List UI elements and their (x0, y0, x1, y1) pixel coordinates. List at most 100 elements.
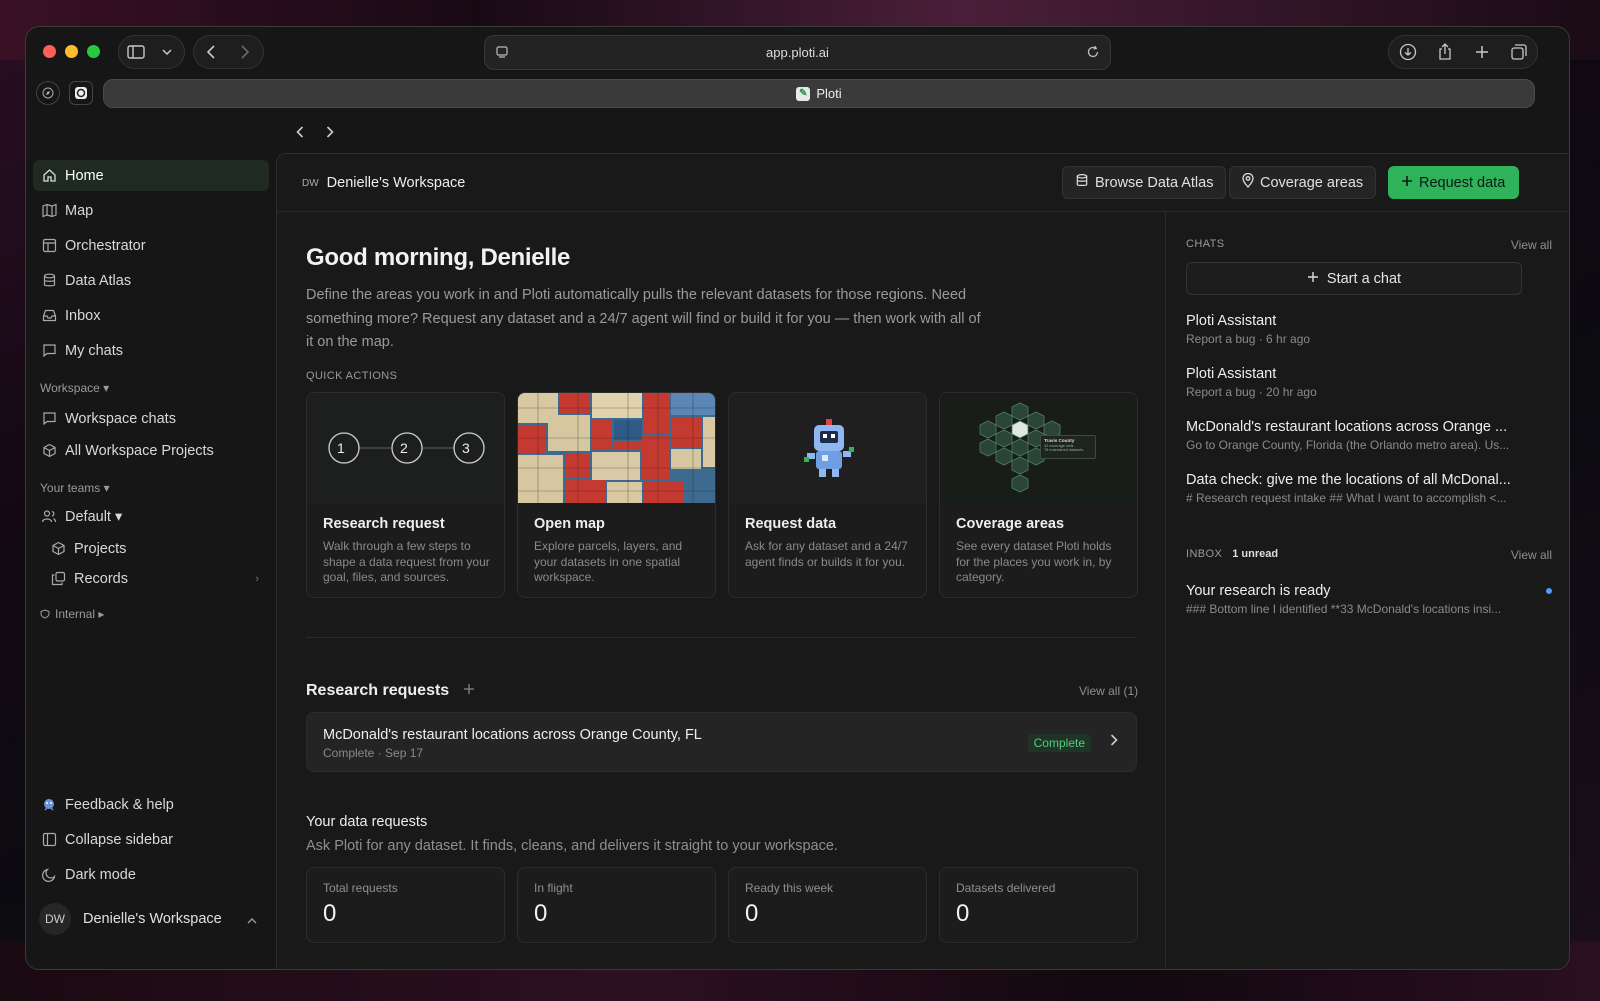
chats-view-all-link[interactable]: View all (1511, 238, 1552, 252)
sidebar-item-inbox[interactable]: Inbox (33, 300, 269, 331)
chevron-up-icon (247, 911, 257, 929)
page-settings-icon[interactable] (495, 45, 509, 62)
start-chat-button[interactable]: Start a chat (1186, 262, 1522, 295)
sidebar-item-label: Projects (74, 540, 127, 557)
research-requests-heading: Research requests (306, 682, 475, 700)
layout-icon (41, 238, 57, 254)
minimize-window-button[interactable] (65, 45, 78, 58)
collapse-icon (41, 832, 57, 848)
chat-list-item[interactable]: Ploti Assistant Report a bug · 20 hr ago (1186, 366, 1522, 399)
maximize-window-button[interactable] (87, 45, 100, 58)
intro-text: Define the areas you work in and Ploti a… (306, 287, 981, 350)
sidebar-item-data-atlas[interactable]: Data Atlas (33, 265, 269, 296)
stat-card-datasets-delivered: Datasets delivered 0 (939, 867, 1138, 943)
chat-list-item[interactable]: Data check: give me the locations of all… (1186, 472, 1522, 505)
sidebar-item-label: My chats (65, 342, 124, 359)
reload-icon[interactable] (1086, 45, 1100, 62)
page-back-icon[interactable] (296, 125, 304, 141)
workspace-section-toggle[interactable]: Workspace ▾ (40, 381, 109, 395)
home-main-column: Good morning, Denielle Define the areas … (277, 212, 1165, 969)
content-panel: DW Denielle's Workspace Browse Data Atla… (276, 153, 1569, 969)
stat-value: 0 (534, 900, 548, 927)
coverage-label: Coverage areas (1260, 174, 1364, 191)
browse-data-atlas-button[interactable]: Browse Data Atlas (1062, 166, 1227, 199)
internal-section-toggle[interactable]: Internal ▸ (40, 607, 104, 621)
overlay-line: 78 maintained datasets (1044, 448, 1084, 452)
chat-icon (41, 411, 57, 427)
address-bar[interactable]: app.ploti.ai (484, 35, 1111, 70)
sidebar-item-orchestrator[interactable]: Orchestrator (33, 230, 269, 261)
steps-illustration: 1 2 3 (307, 393, 504, 503)
sidebar-item-feedback[interactable]: Feedback & help (33, 789, 269, 820)
card-title: Open map (534, 516, 605, 532)
sidebar-toggle-icon[interactable] (119, 36, 153, 68)
inbox-list-item[interactable]: Your research is ready ### Bottom line I… (1186, 583, 1522, 616)
request-label: Request data (1419, 174, 1506, 191)
share-icon[interactable] (1428, 36, 1462, 68)
new-tab-icon[interactable] (1465, 36, 1499, 68)
moon-icon (41, 867, 57, 883)
traffic-lights (43, 45, 100, 58)
quick-action-open-map[interactable]: Open map Explore parcels, layers, and yo… (517, 392, 716, 598)
sidebar-item-all-workspace-projects[interactable]: All Workspace Projects (33, 435, 269, 466)
sidebar-item-dark-mode[interactable]: Dark mode (33, 859, 269, 890)
stat-card-total-requests: Total requests 0 (306, 867, 505, 943)
internal-section-label: Internal ▸ (55, 607, 105, 621)
inbox-section-label: INBOX (1186, 548, 1223, 560)
stat-label: Total requests (323, 881, 398, 895)
sidebar-item-home[interactable]: Home (33, 160, 269, 191)
location-pin-icon (1242, 172, 1254, 192)
teams-section-toggle[interactable]: Your teams ▾ (40, 481, 110, 495)
card-description: See every dataset Ploti holds for the pl… (956, 539, 1112, 584)
sidebar-item-collapse[interactable]: Collapse sidebar (33, 824, 269, 855)
compass-icon[interactable] (36, 81, 60, 105)
url-text: app.ploti.ai (766, 45, 829, 60)
stat-value: 0 (956, 900, 970, 927)
request-data-button[interactable]: Request data (1388, 166, 1519, 199)
stat-card-ready-this-week: Ready this week 0 (728, 867, 927, 943)
unread-count: 1 unread (1232, 548, 1279, 560)
sidebar-item-map[interactable]: Map (33, 195, 269, 226)
back-icon[interactable] (194, 36, 228, 68)
main-area: DW Denielle's Workspace Browse Data Atla… (276, 115, 1569, 969)
tab-ploti[interactable]: ✎ Ploti (103, 79, 1535, 108)
map-icon (41, 203, 57, 219)
close-window-button[interactable] (43, 45, 56, 58)
sidebar-item-workspace-chats[interactable]: Workspace chats (33, 403, 269, 434)
step-number: 3 (462, 440, 470, 456)
inbox-view-all-link[interactable]: View all (1511, 548, 1552, 562)
page-forward-icon[interactable] (326, 125, 334, 141)
workspace-switcher[interactable]: DW Denielle's Workspace (39, 901, 269, 937)
tab-overview-icon[interactable] (1502, 36, 1536, 68)
quick-action-request-data[interactable]: Request data Ask for any dataset and a 2… (728, 392, 927, 598)
tab-title: Ploti (816, 86, 842, 101)
card-description: Explore parcels, layers, and your datase… (534, 539, 683, 584)
sidebar-item-records[interactable]: Records › (42, 563, 269, 594)
sidebar-item-projects[interactable]: Projects (42, 533, 269, 564)
forward-icon[interactable] (228, 36, 262, 68)
research-request-row[interactable]: McDonald's restaurant locations across O… (306, 712, 1137, 772)
sidebar-item-my-chats[interactable]: My chats (33, 335, 269, 366)
status-badge: Complete (1027, 734, 1091, 752)
app-sidebar: Home Map Orchestrator Data Atlas Inbox M… (26, 157, 276, 969)
extension-icon[interactable] (69, 81, 93, 105)
coverage-areas-button[interactable]: Coverage areas (1229, 166, 1377, 199)
team-selector[interactable]: Default ▾ (33, 501, 269, 532)
chat-list-item[interactable]: McDonald's restaurant locations across O… (1186, 419, 1522, 452)
stat-label: Datasets delivered (956, 881, 1056, 895)
chevron-down-icon[interactable] (153, 36, 181, 68)
browser-window: app.ploti.ai ✎ Ploti Home Map Orchestrat… (25, 26, 1570, 970)
step-number: 1 (337, 440, 345, 456)
card-title: Research request (323, 516, 445, 532)
card-title: Request data (745, 516, 837, 532)
add-research-request-button[interactable] (463, 682, 475, 700)
avatar: DW (39, 903, 71, 935)
quick-action-coverage-areas[interactable]: Travis County 42 coverage cells 78 maint… (939, 392, 1138, 598)
chats-section-label: CHATS (1186, 238, 1225, 250)
quick-action-research-request[interactable]: 1 2 3 Research request Walk through a fe… (306, 392, 505, 598)
inbox-item-title: Your research is ready (1186, 583, 1331, 599)
stat-card-in-flight: In flight 0 (517, 867, 716, 943)
chat-list-item[interactable]: Ploti Assistant Report a bug · 6 hr ago (1186, 313, 1522, 346)
download-icon[interactable] (1391, 36, 1425, 68)
research-view-all-link[interactable]: View all (1) (1079, 684, 1138, 698)
